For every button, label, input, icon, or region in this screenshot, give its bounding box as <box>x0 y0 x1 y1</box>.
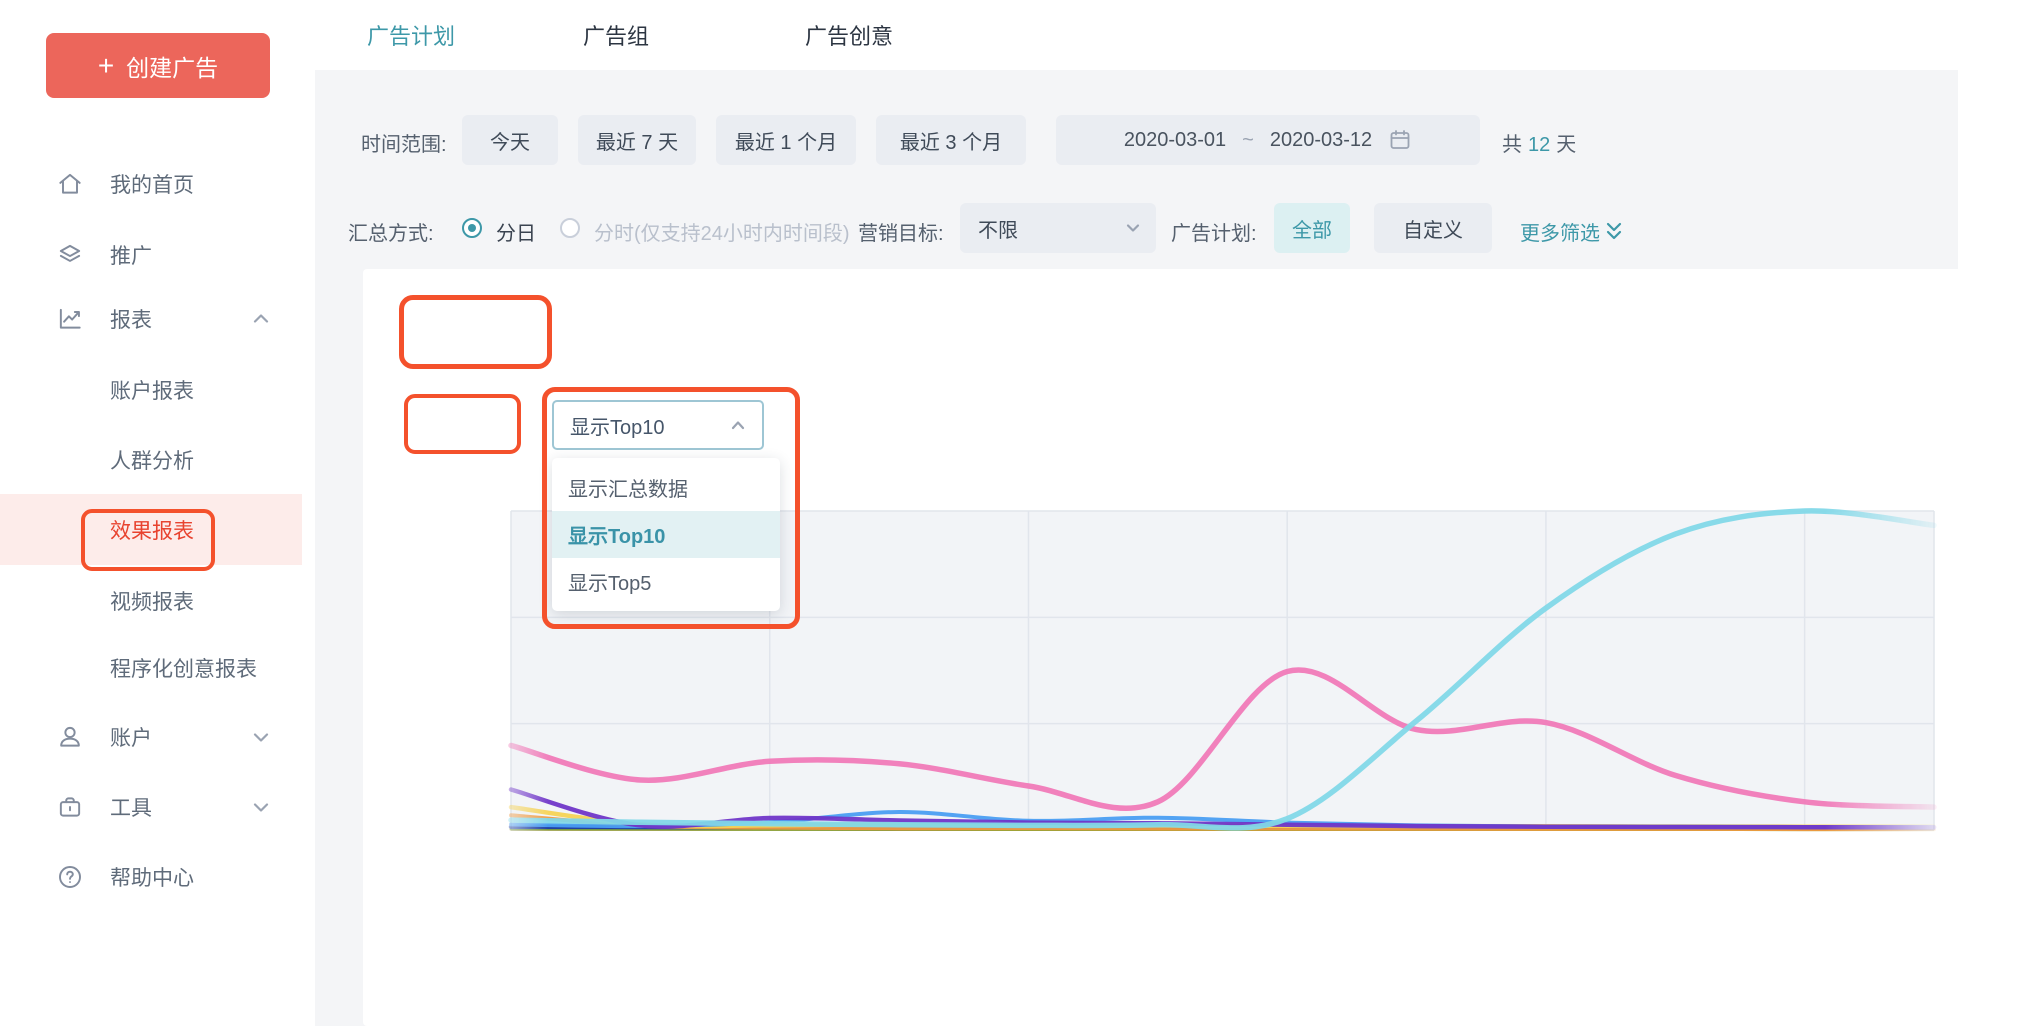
sidebar-item-account-report[interactable]: 账户报表 <box>0 355 302 425</box>
date-start: 2020-03-01 <box>1124 129 1226 152</box>
sidebar-item-help-center[interactable]: 帮助中心 <box>0 842 302 912</box>
chevron-up-icon <box>728 415 748 435</box>
quick-range-today[interactable]: 今天 <box>462 115 558 165</box>
more-filters-link[interactable]: 更多筛选 <box>1520 217 1624 246</box>
date-end: 2020-03-12 <box>1270 129 1372 152</box>
sidebar-item-promotion[interactable]: 推广 <box>0 220 302 290</box>
total-days: 共12天 <box>1502 128 1576 157</box>
top-tab-bar: 广告计划 广告组 广告创意 <box>315 0 2020 70</box>
chevron-down-icon <box>250 796 272 818</box>
dropdown-option-top10[interactable]: 显示Top10 <box>552 511 780 558</box>
tab-ad-group[interactable]: 广告组 <box>583 0 649 70</box>
ad-plan-label: 广告计划: <box>1171 217 1257 246</box>
radio-by-hour[interactable] <box>560 218 580 238</box>
chevron-up-icon <box>250 308 272 330</box>
total-days-value: 12 <box>1522 134 1556 156</box>
marketing-goal-value: 不限 <box>978 214 1018 243</box>
marketing-goal-select[interactable]: 不限 <box>960 203 1156 253</box>
effect-report-page: { "accent_color": "#3d98a8", "annotation… <box>0 0 2020 1026</box>
date-range-picker[interactable]: 2020-03-01 ~ 2020-03-12 <box>1056 115 1480 165</box>
create-ad-button[interactable]: + 创建广告 <box>46 33 270 98</box>
help-icon <box>56 863 84 891</box>
sidebar-item-audience-analysis[interactable]: 人群分析 <box>0 425 302 495</box>
top-n-select-value: 显示Top10 <box>570 411 665 440</box>
top-n-select[interactable]: 显示Top10 <box>552 400 764 450</box>
calendar-icon <box>1388 128 1412 152</box>
sidebar-item-reports[interactable]: 报表 <box>0 284 302 354</box>
sidebar-item-effect-report[interactable]: 效果报表 <box>0 495 302 565</box>
summary-method-label: 汇总方式: <box>348 217 434 246</box>
marketing-goal-label: 营销目标: <box>858 217 944 246</box>
toolbox-icon <box>56 793 84 821</box>
dropdown-option-top5[interactable]: 显示Top5 <box>552 558 780 605</box>
sidebar: + 创建广告 我的首页 推广 报表 账户报表 人群分析 效果报表 视频报表 程序… <box>0 0 302 1012</box>
radio-by-day[interactable] <box>462 218 482 238</box>
line-chart-icon <box>56 305 84 333</box>
layers-icon <box>56 241 84 269</box>
date-separator: ~ <box>1242 129 1254 152</box>
home-icon <box>56 170 84 198</box>
tab-ad-creative[interactable]: 广告创意 <box>805 0 893 70</box>
plus-icon: + <box>98 52 114 80</box>
radio-by-day-label[interactable]: 分日 <box>496 217 536 246</box>
quick-range-3months[interactable]: 最近 3 个月 <box>876 115 1026 165</box>
quick-range-1month[interactable]: 最近 1 个月 <box>716 115 856 165</box>
tab-ad-plan[interactable]: 广告计划 <box>367 0 455 70</box>
ad-plan-all-button[interactable]: 全部 <box>1274 203 1350 253</box>
chevron-down-icon <box>1124 219 1142 237</box>
user-icon <box>56 723 84 751</box>
quick-range-7days[interactable]: 最近 7 天 <box>578 115 696 165</box>
chevron-down-icon <box>250 726 272 748</box>
sidebar-item-video-report[interactable]: 视频报表 <box>0 566 302 636</box>
radio-by-hour-label[interactable]: 分时(仅支持24小时内时间段) <box>594 217 850 246</box>
sidebar-item-home[interactable]: 我的首页 <box>0 149 302 219</box>
dropdown-option-summary[interactable]: 显示汇总数据 <box>552 464 780 511</box>
time-range-label: 时间范围: <box>361 128 447 157</box>
sidebar-item-programmatic-creative-report[interactable]: 程序化创意报表 <box>0 633 302 703</box>
sidebar-item-tools[interactable]: 工具 <box>0 772 302 842</box>
ad-plan-custom-button[interactable]: 自定义 <box>1374 203 1492 253</box>
top-n-dropdown-menu: 显示汇总数据 显示Top10 显示Top5 <box>552 458 780 611</box>
sidebar-item-account[interactable]: 账户 <box>0 702 302 772</box>
double-chevron-down-icon <box>1604 221 1624 243</box>
